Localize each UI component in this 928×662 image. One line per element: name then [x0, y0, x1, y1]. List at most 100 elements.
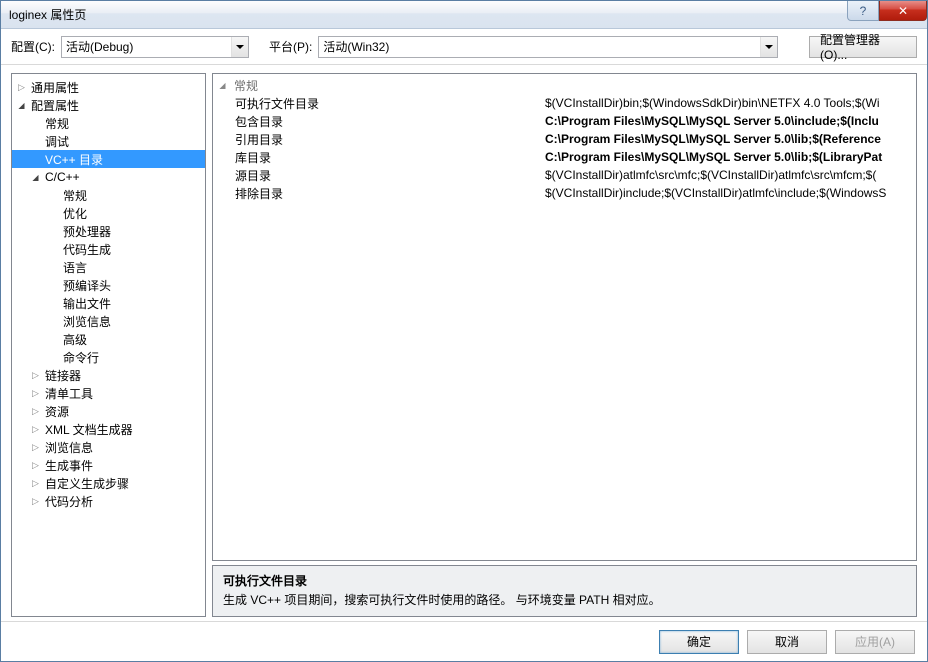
tree-item-label: 调试 [45, 133, 69, 150]
collapsed-icon[interactable] [30, 406, 41, 417]
property-label: 包含目录 [235, 113, 545, 130]
tree-item[interactable]: 清单工具 [12, 384, 205, 402]
tree-item-label: 代码生成 [63, 241, 111, 258]
config-value: 活动(Debug) [66, 38, 133, 55]
tree-item[interactable]: 输出文件 [12, 294, 205, 312]
tree-item-label: 常规 [45, 115, 69, 132]
tree-item-label: 优化 [63, 205, 87, 222]
property-label: 可执行文件目录 [235, 95, 545, 112]
property-row[interactable]: 源目录$(VCInstallDir)atlmfc\src\mfc;$(VCIns… [213, 166, 916, 184]
tree-item[interactable]: 浏览信息 [12, 438, 205, 456]
tree-item[interactable]: 语言 [12, 258, 205, 276]
category-tree[interactable]: 通用属性配置属性常规调试VC++ 目录C/C++常规优化预处理器代码生成语言预编… [11, 73, 206, 617]
property-group-header[interactable]: 常规 [213, 76, 916, 94]
tree-item-label: 链接器 [45, 367, 81, 384]
property-value[interactable]: C:\Program Files\MySQL\MySQL Server 5.0\… [545, 114, 916, 128]
tree-item[interactable]: 生成事件 [12, 456, 205, 474]
tree-item[interactable]: 预处理器 [12, 222, 205, 240]
property-grid: 常规可执行文件目录$(VCInstallDir)bin;$(WindowsSdk… [212, 73, 917, 561]
tree-item-label: XML 文档生成器 [45, 421, 133, 438]
tree-item-label: 浏览信息 [63, 313, 111, 330]
property-row[interactable]: 包含目录C:\Program Files\MySQL\MySQL Server … [213, 112, 916, 130]
collapsed-icon[interactable] [30, 478, 41, 489]
property-value[interactable]: $(VCInstallDir)include;$(VCInstallDir)at… [545, 186, 916, 200]
tree-item[interactable]: XML 文档生成器 [12, 420, 205, 438]
tree-item-label: 浏览信息 [45, 439, 93, 456]
collapsed-icon[interactable] [30, 370, 41, 381]
tree-item[interactable]: 代码生成 [12, 240, 205, 258]
ok-button[interactable]: 确定 [659, 630, 739, 654]
dropdown-arrow-icon [231, 37, 248, 57]
tree-item[interactable]: 预编译头 [12, 276, 205, 294]
tree-item[interactable]: 自定义生成步骤 [12, 474, 205, 492]
close-button[interactable]: ✕ [879, 1, 927, 21]
property-row[interactable]: 可执行文件目录$(VCInstallDir)bin;$(WindowsSdkDi… [213, 94, 916, 112]
config-dropdown[interactable]: 活动(Debug) [61, 36, 249, 58]
property-value[interactable]: C:\Program Files\MySQL\MySQL Server 5.0\… [545, 150, 916, 164]
window-titlebar: loginex 属性页 ? ✕ [1, 1, 927, 29]
platform-value: 活动(Win32) [323, 38, 389, 55]
property-row[interactable]: 引用目录C:\Program Files\MySQL\MySQL Server … [213, 130, 916, 148]
tree-item-label: C/C++ [45, 170, 80, 184]
expanded-icon[interactable] [16, 100, 27, 111]
collapsed-icon[interactable] [30, 496, 41, 507]
property-row[interactable]: 库目录C:\Program Files\MySQL\MySQL Server 5… [213, 148, 916, 166]
tree-item-label: 常规 [63, 187, 87, 204]
tree-item[interactable]: C/C++ [12, 168, 205, 186]
tree-item[interactable]: 常规 [12, 114, 205, 132]
window-title: loginex 属性页 [9, 6, 847, 23]
collapsed-icon[interactable] [16, 82, 27, 93]
expanded-icon[interactable] [30, 172, 41, 183]
tree-item-label: 语言 [63, 259, 87, 276]
properties-panel: 常规可执行文件目录$(VCInstallDir)bin;$(WindowsSdk… [212, 73, 917, 617]
tree-item[interactable]: 优化 [12, 204, 205, 222]
property-value[interactable]: $(VCInstallDir)bin;$(WindowsSdkDir)bin\N… [545, 96, 916, 110]
collapsed-icon[interactable] [30, 460, 41, 471]
property-value[interactable]: $(VCInstallDir)atlmfc\src\mfc;$(VCInstal… [545, 168, 916, 182]
collapsed-icon[interactable] [30, 424, 41, 435]
config-manager-button[interactable]: 配置管理器(O)... [809, 36, 917, 58]
tree-item[interactable]: 常规 [12, 186, 205, 204]
property-label: 源目录 [235, 167, 545, 184]
config-toolbar: 配置(C): 活动(Debug) 平台(P): 活动(Win32) 配置管理器(… [1, 29, 927, 65]
cancel-button[interactable]: 取消 [747, 630, 827, 654]
tree-item[interactable]: VC++ 目录 [12, 150, 205, 168]
tree-item[interactable]: 通用属性 [12, 78, 205, 96]
property-label: 排除目录 [235, 185, 545, 202]
tree-item-label: 资源 [45, 403, 69, 420]
description-text: 生成 VC++ 项目期间，搜索可执行文件时使用的路径。 与环境变量 PATH 相… [223, 591, 906, 608]
apply-button: 应用(A) [835, 630, 915, 654]
tree-item-label: 命令行 [63, 349, 99, 366]
tree-item-label: 代码分析 [45, 493, 93, 510]
tree-item[interactable]: 代码分析 [12, 492, 205, 510]
tree-item-label: 清单工具 [45, 385, 93, 402]
tree-item[interactable]: 命令行 [12, 348, 205, 366]
tree-item[interactable]: 浏览信息 [12, 312, 205, 330]
property-label: 库目录 [235, 149, 545, 166]
tree-item-label: 输出文件 [63, 295, 111, 312]
dropdown-arrow-icon [760, 37, 777, 57]
tree-item-label: 通用属性 [31, 79, 79, 96]
tree-item[interactable]: 链接器 [12, 366, 205, 384]
tree-item[interactable]: 高级 [12, 330, 205, 348]
dialog-footer: 确定 取消 应用(A) [1, 621, 927, 661]
property-row[interactable]: 排除目录$(VCInstallDir)include;$(VCInstallDi… [213, 184, 916, 202]
tree-item-label: 高级 [63, 331, 87, 348]
collapsed-icon[interactable] [30, 442, 41, 453]
tree-item[interactable]: 调试 [12, 132, 205, 150]
tree-item[interactable]: 资源 [12, 402, 205, 420]
property-label: 引用目录 [235, 131, 545, 148]
tree-item-label: 生成事件 [45, 457, 93, 474]
expanded-icon [217, 81, 228, 90]
description-title: 可执行文件目录 [223, 572, 906, 589]
collapsed-icon[interactable] [30, 388, 41, 399]
help-button[interactable]: ? [847, 1, 879, 21]
description-panel: 可执行文件目录 生成 VC++ 项目期间，搜索可执行文件时使用的路径。 与环境变… [212, 565, 917, 617]
tree-item-label: 自定义生成步骤 [45, 475, 129, 492]
tree-item[interactable]: 配置属性 [12, 96, 205, 114]
property-value[interactable]: C:\Program Files\MySQL\MySQL Server 5.0\… [545, 132, 916, 146]
window-control-buttons: ? ✕ [847, 1, 927, 28]
tree-item-label: 预编译头 [63, 277, 111, 294]
platform-dropdown[interactable]: 活动(Win32) [318, 36, 778, 58]
main-area: 通用属性配置属性常规调试VC++ 目录C/C++常规优化预处理器代码生成语言预编… [1, 65, 927, 621]
